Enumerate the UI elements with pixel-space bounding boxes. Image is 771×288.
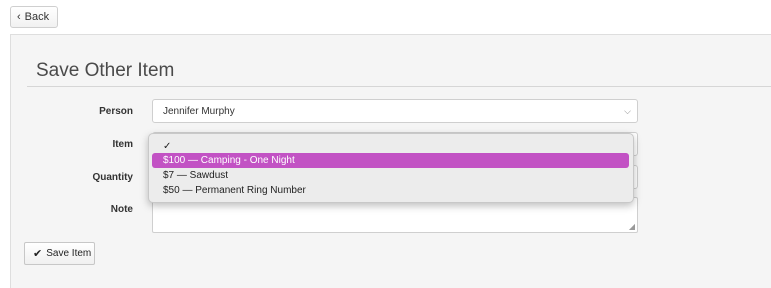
- back-button[interactable]: ‹ Back: [10, 6, 58, 28]
- person-label: Person: [99, 106, 133, 117]
- title-divider: [27, 86, 771, 87]
- note-label: Note: [110, 204, 133, 215]
- person-select[interactable]: Jennifer Murphy ⌵: [152, 99, 638, 123]
- dropdown-option-ring-number[interactable]: $50 — Permanent Ring Number: [152, 183, 629, 198]
- back-button-label: Back: [24, 11, 50, 23]
- page-title: Save Other Item: [36, 60, 175, 81]
- quantity-label: Quantity: [92, 172, 133, 183]
- save-item-label: Save Item: [46, 248, 92, 259]
- chevron-left-icon: ‹: [17, 10, 21, 23]
- resize-grip-icon[interactable]: ◢: [629, 222, 635, 231]
- dropdown-option-blank[interactable]: ✓: [152, 139, 629, 154]
- checkmark-icon: ✔: [33, 248, 43, 260]
- item-label: Item: [112, 139, 133, 150]
- person-select-value: Jennifer Murphy: [163, 105, 235, 117]
- item-dropdown-menu: ✓ $100 — Camping - One Night $7 — Sawdus…: [148, 133, 634, 203]
- dropdown-option-camping[interactable]: $100 — Camping - One Night: [152, 153, 629, 168]
- dropdown-option-sawdust[interactable]: $7 — Sawdust: [152, 168, 629, 183]
- save-item-button[interactable]: ✔ Save Item: [24, 242, 95, 265]
- chevron-down-icon: ⌵: [624, 106, 631, 116]
